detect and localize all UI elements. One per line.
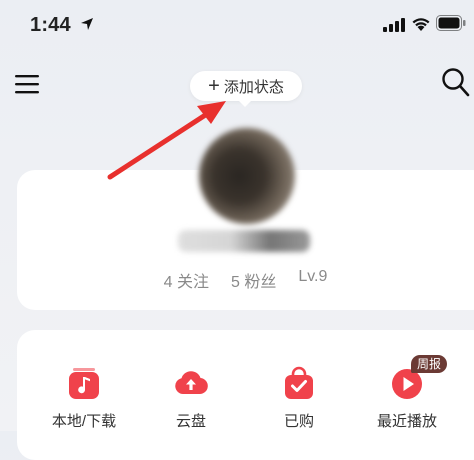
bubble-tail (238, 100, 252, 107)
shortcut-local-download[interactable]: 本地/下载 (34, 366, 134, 431)
plus-icon: + (208, 75, 220, 97)
battery-icon (436, 15, 466, 31)
profile-stats: 4 关注 5 粉丝 Lv.9 (17, 268, 474, 292)
cloud-upload-icon (175, 371, 208, 395)
wifi-icon (412, 18, 430, 31)
following-count[interactable]: 4 关注 (164, 268, 209, 292)
shortcut-label: 云盘 (175, 413, 206, 430)
search-icon[interactable] (440, 66, 470, 100)
user-level[interactable]: Lv.9 (298, 268, 327, 292)
weekly-report-badge: 周报 (411, 355, 448, 373)
menu-icon[interactable] (14, 73, 40, 95)
add-status-label: 添加状态 (223, 78, 284, 96)
shortcut-purchased[interactable]: 已购 (249, 366, 349, 431)
add-status-button[interactable]: + 添加状态 (190, 71, 302, 101)
avatar[interactable] (199, 128, 295, 224)
location-arrow-icon (81, 18, 93, 30)
followers-count[interactable]: 5 粉丝 (231, 268, 276, 292)
shortcut-label: 最近播放 (376, 413, 437, 430)
status-time: 1:44 (30, 14, 71, 36)
username-blurred (178, 230, 310, 252)
music-note-icon (69, 368, 99, 399)
shortcut-label: 已购 (283, 413, 314, 430)
shortcut-recent-play[interactable]: 最近播放 (357, 366, 457, 431)
shortcut-cloud-disk[interactable]: 云盘 (141, 366, 241, 431)
shortcut-label: 本地/下载 (51, 413, 117, 430)
shopping-bag-check-icon (285, 366, 313, 399)
cellular-signal-icon (383, 18, 405, 32)
